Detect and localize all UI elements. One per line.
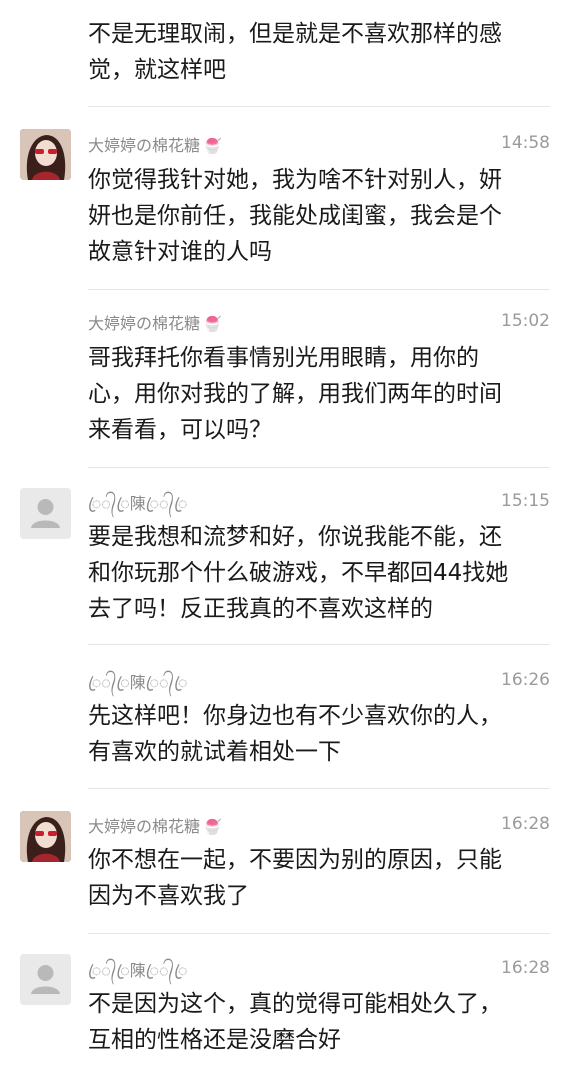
avatar[interactable] — [20, 954, 71, 1005]
message-line: 和你玩那个什么破游戏，不早都回44找她 — [88, 560, 509, 586]
message-text: 不是无理取闹，但是就是不喜欢那样的感 觉，就这样吧 — [88, 16, 554, 88]
timestamp: 14:58 — [501, 133, 550, 153]
sender-name[interactable]: 大婷婷の棉花糖 🍧 — [88, 132, 222, 156]
message-text: 哥我拜托你看事情别光用眼睛，用你的 心，用你对我的了解，用我们两年的时间 来看看… — [88, 340, 554, 448]
default-person-icon — [20, 954, 71, 1005]
avatar[interactable] — [20, 488, 71, 539]
chat-message: 大婷婷の棉花糖 🍧 14:58 你觉得我针对她，我为啥不针对别人，妍 妍也是你前任… — [0, 107, 578, 290]
chat-message: 大婷婷の棉花糖 🍧 15:02 哥我拜托你看事情别光用眼睛，用你的 心，用你对我的… — [0, 290, 578, 468]
message-line: 去了吗！反正我真的不喜欢这样的 — [88, 596, 433, 622]
message-text: 不是因为这个，真的觉得可能相处久了， 互相的性格还是没磨合好 — [88, 986, 554, 1058]
message-line: 觉，就这样吧 — [88, 57, 226, 83]
cotton-candy-icon: 🍧 — [203, 137, 222, 155]
message-line: 来看看，可以吗？ — [88, 417, 272, 443]
message-text: 你不想在一起，不要因为别的原因，只能 因为不喜欢我了 — [88, 842, 554, 914]
message-line: 妍也是你前任，我能处成闺蜜，我会是个 — [88, 203, 502, 229]
message-line: 心，用你对我的了解，用我们两年的时间 — [88, 381, 502, 407]
chat-message: ꦿ᭄ꦿ陳ꦿ᭄ꦿ 15:15 要是我想和流梦和好，你说我能不能，还 和你玩那个什么… — [0, 468, 578, 645]
timestamp: 16:28 — [501, 958, 550, 978]
timestamp: 16:26 — [501, 670, 550, 690]
message-line: 故意针对谁的人吗 — [88, 239, 272, 265]
message-line: 不是无理取闹，但是就是不喜欢那样的感 — [88, 21, 502, 47]
chat-thread: 不是无理取闹，但是就是不喜欢那样的感 觉，就这样吧 大婷婷の棉花糖 🍧 14:58… — [0, 0, 578, 1075]
message-text: 要是我想和流梦和好，你说我能不能，还 和你玩那个什么破游戏，不早都回44找她 去… — [88, 519, 554, 627]
message-line: 哥我拜托你看事情别光用眼睛，用你的 — [88, 345, 479, 371]
message-line: 你不想在一起，不要因为别的原因，只能 — [88, 847, 502, 873]
sender-name[interactable]: 大婷婷の棉花糖 🍧 — [88, 310, 222, 334]
message-line: 有喜欢的就试着相处一下 — [88, 739, 341, 765]
sender-name-text: 大婷婷の棉花糖 — [88, 817, 201, 836]
sender-name[interactable]: 大婷婷の棉花糖 🍧 — [88, 813, 222, 837]
chat-message: 不是无理取闹，但是就是不喜欢那样的感 觉，就这样吧 — [0, 0, 578, 107]
message-line: 先这样吧！你身边也有不少喜欢你的人， — [88, 703, 502, 729]
message-text: 先这样吧！你身边也有不少喜欢你的人， 有喜欢的就试着相处一下 — [88, 698, 554, 770]
avatar[interactable] — [20, 811, 71, 862]
message-line: 要是我想和流梦和好，你说我能不能，还 — [88, 524, 502, 550]
default-person-icon — [20, 488, 71, 539]
timestamp: 15:02 — [501, 311, 550, 331]
message-text: 你觉得我针对她，我为啥不针对别人，妍 妍也是你前任，我能处成闺蜜，我会是个 故意… — [88, 162, 554, 270]
message-line: 你觉得我针对她，我为啥不针对别人，妍 — [88, 167, 502, 193]
cotton-candy-icon: 🍧 — [203, 315, 222, 333]
message-line: 因为不喜欢我了 — [88, 883, 249, 909]
sender-name-text: 大婷婷の棉花糖 — [88, 314, 201, 333]
timestamp: 16:28 — [501, 814, 550, 834]
message-line: 不是因为这个，真的觉得可能相处久了， — [88, 991, 502, 1017]
sender-name-text: 大婷婷の棉花糖 — [88, 136, 201, 155]
chat-message: 大婷婷の棉花糖 🍧 16:28 你不想在一起，不要因为别的原因，只能 因为不喜欢我… — [0, 789, 578, 934]
message-line: 互相的性格还是没磨合好 — [88, 1027, 341, 1053]
cotton-candy-icon: 🍧 — [203, 818, 222, 836]
timestamp: 15:15 — [501, 491, 550, 511]
avatar[interactable] — [20, 129, 71, 180]
chat-message: ꦿ᭄ꦿ陳ꦿ᭄ꦿ 16:28 不是因为这个，真的觉得可能相处久了， 互相的性格还是… — [0, 934, 578, 1075]
chat-message: ꦿ᭄ꦿ陳ꦿ᭄ꦿ 16:26 先这样吧！你身边也有不少喜欢你的人， 有喜欢的就试着… — [0, 645, 578, 789]
